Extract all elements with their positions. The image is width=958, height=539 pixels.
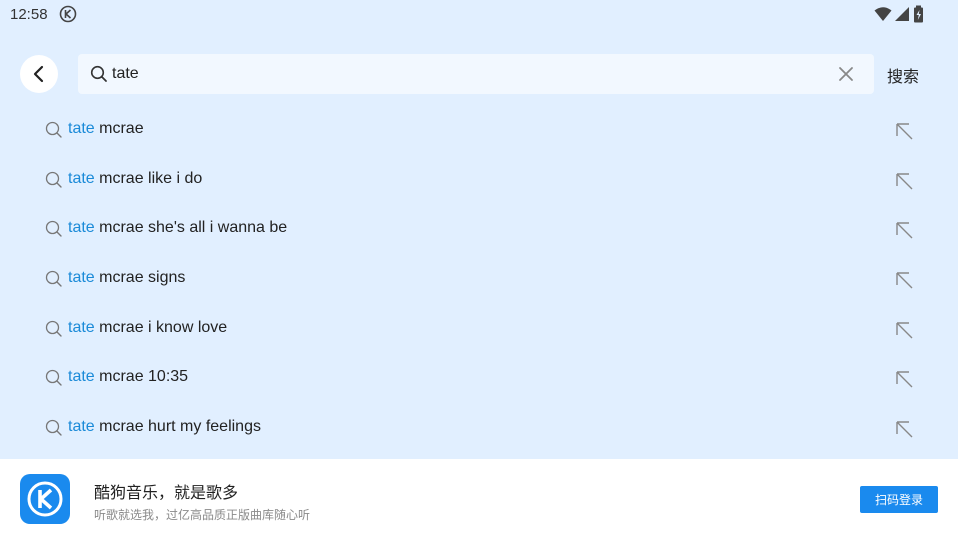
suggestion-highlight: tate bbox=[68, 418, 95, 436]
kugou-k-icon bbox=[59, 5, 77, 23]
suggestion-text: tate mcrae i know love bbox=[68, 319, 227, 337]
kugou-k-icon bbox=[27, 481, 63, 517]
fill-query-arrow-icon[interactable] bbox=[894, 171, 914, 191]
fill-query-arrow-icon[interactable] bbox=[894, 121, 914, 141]
status-bar: 12:58 bbox=[0, 0, 958, 30]
suggestion-text: tate mcrae hurt my feelings bbox=[68, 418, 261, 436]
back-button[interactable] bbox=[20, 55, 58, 93]
suggestion-rest: mcrae 10:35 bbox=[94, 368, 189, 386]
search-icon bbox=[45, 221, 62, 238]
kugou-logo bbox=[20, 474, 70, 524]
search-box[interactable] bbox=[78, 54, 874, 94]
status-time: 12:58 bbox=[10, 6, 48, 23]
suggestion-highlight: tate bbox=[68, 269, 95, 287]
fill-query-arrow-icon[interactable] bbox=[894, 270, 914, 290]
suggestion-text: tate mcrae signs bbox=[68, 269, 185, 287]
suggestion-rest: mcrae she's all i wanna be bbox=[94, 219, 288, 237]
search-icon bbox=[45, 171, 62, 188]
suggestion-highlight: tate bbox=[68, 169, 95, 187]
search-icon bbox=[45, 370, 62, 387]
search-button[interactable]: 搜索 bbox=[887, 63, 919, 87]
fill-query-arrow-icon[interactable] bbox=[894, 369, 914, 389]
wifi-icon bbox=[874, 7, 892, 21]
battery-icon bbox=[914, 5, 923, 23]
search-input[interactable] bbox=[112, 54, 812, 94]
close-icon[interactable] bbox=[838, 66, 854, 82]
search-icon bbox=[45, 121, 62, 138]
status-icons bbox=[874, 5, 926, 23]
suggestion-item[interactable]: tate mcrae bbox=[0, 105, 958, 155]
suggestion-item[interactable]: tate mcrae i know love bbox=[0, 304, 958, 354]
suggestion-rest: mcrae i know love bbox=[94, 318, 228, 336]
fill-query-arrow-icon[interactable] bbox=[894, 419, 914, 439]
suggestion-rest: mcrae bbox=[94, 120, 144, 137]
suggestion-item[interactable]: tate mcrae hurt my feelings bbox=[0, 403, 958, 453]
login-banner: 酷狗音乐，就是歌多 听歌就选我，过亿高品质正版曲库随心听 扫码登录 bbox=[0, 459, 958, 539]
fill-query-arrow-icon[interactable] bbox=[894, 320, 914, 340]
suggestion-item[interactable]: tate mcrae 10:35 bbox=[0, 353, 958, 403]
suggestion-item[interactable]: tate mcrae she's all i wanna be bbox=[0, 204, 958, 254]
chevron-left-icon bbox=[33, 65, 44, 83]
suggestion-item[interactable]: tate mcrae signs bbox=[0, 254, 958, 304]
suggestion-text: tate mcrae 10:35 bbox=[68, 368, 188, 386]
fill-query-arrow-icon[interactable] bbox=[894, 220, 914, 240]
suggestion-text: tate mcrae she's all i wanna be bbox=[68, 219, 287, 237]
search-icon bbox=[90, 65, 107, 82]
suggestion-highlight: tate bbox=[68, 120, 95, 137]
search-icon bbox=[45, 419, 62, 436]
suggestion-highlight: tate bbox=[68, 219, 95, 237]
banner-title: 酷狗音乐，就是歌多 bbox=[94, 483, 239, 502]
search-icon bbox=[45, 320, 62, 337]
search-icon bbox=[45, 270, 62, 287]
suggestion-rest: mcrae signs bbox=[94, 269, 186, 287]
suggestion-text: tate mcrae like i do bbox=[68, 170, 202, 188]
suggestion-item[interactable]: tate mcrae like i do bbox=[0, 155, 958, 205]
suggestion-rest: mcrae hurt my feelings bbox=[94, 418, 261, 436]
suggestion-text: tate mcrae bbox=[68, 120, 144, 138]
suggestion-highlight: tate bbox=[68, 368, 95, 386]
scan-login-button[interactable]: 扫码登录 bbox=[860, 486, 938, 513]
suggestion-highlight: tate bbox=[68, 318, 95, 336]
suggestion-list: tate mcrae tate mcrae like i do tate mcr… bbox=[0, 105, 958, 453]
banner-subtitle: 听歌就选我，过亿高品质正版曲库随心听 bbox=[94, 508, 311, 522]
suggestion-rest: mcrae like i do bbox=[94, 169, 203, 187]
cellular-signal-icon bbox=[895, 7, 909, 21]
